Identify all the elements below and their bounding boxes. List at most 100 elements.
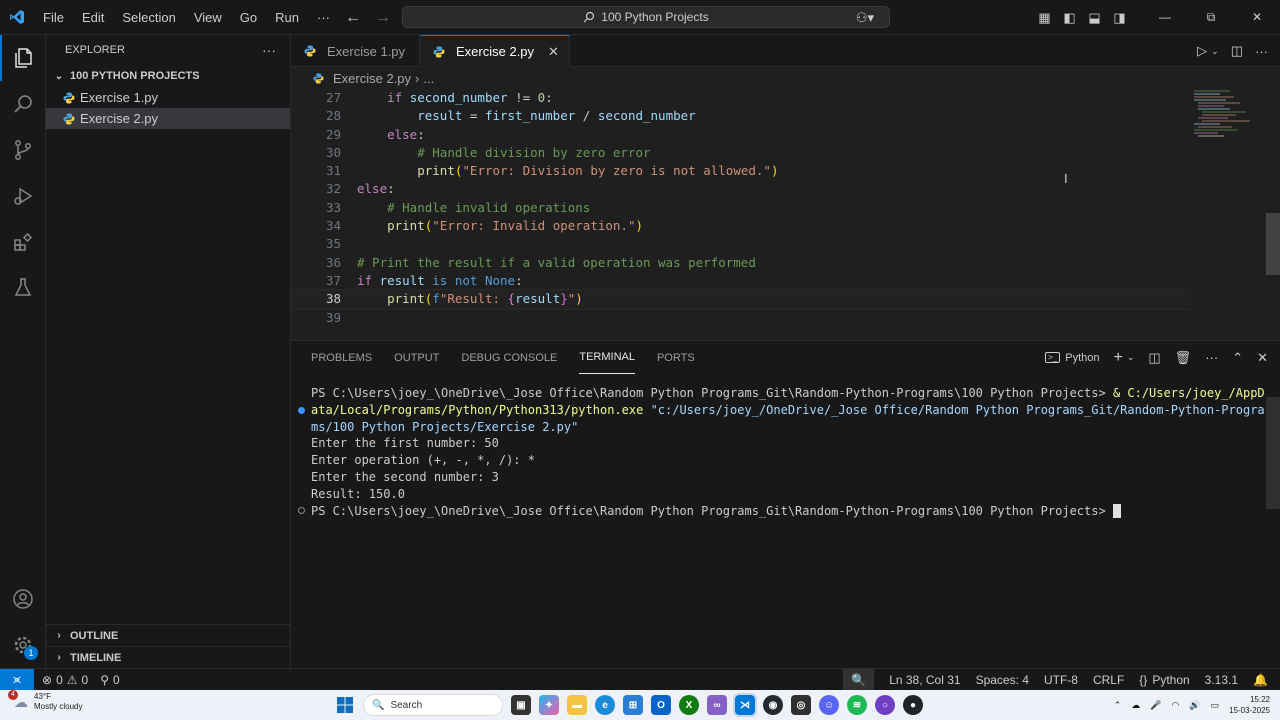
split-terminal-icon[interactable]: ◫	[1148, 350, 1160, 366]
terminal-dropdown-icon[interactable]: ⌄	[1127, 352, 1135, 363]
source-control-icon[interactable]	[0, 127, 46, 173]
folder-header[interactable]: ⌄ 100 PYTHON PROJECTS	[46, 65, 290, 87]
tab-exercise-1[interactable]: Exercise 1.py	[291, 35, 420, 67]
customize-layout-icon[interactable]: ▦	[1032, 10, 1057, 26]
run-dropdown-icon[interactable]: ⌄	[1211, 46, 1219, 57]
zoom-icon[interactable]: 🔍	[843, 669, 875, 691]
show-hidden-icons-icon[interactable]: ⌃	[1114, 700, 1122, 711]
command-center-search[interactable]: 100 Python Projects	[402, 6, 890, 28]
toggle-secondary-sidebar-icon[interactable]: ◨	[1107, 10, 1132, 26]
file-exercise-1[interactable]: Exercise 1.py	[46, 87, 290, 108]
tab-debug-console[interactable]: DEBUG CONSOLE	[461, 341, 557, 374]
language-mode[interactable]: {} Python	[1139, 673, 1189, 687]
toggle-sidebar-icon[interactable]: ◧	[1057, 10, 1082, 26]
menu-selection[interactable]: Selection	[113, 0, 184, 35]
clock[interactable]: 15:22 15-03-2025	[1229, 694, 1270, 716]
forward-arrow-icon[interactable]: →	[375, 9, 391, 27]
search-icon[interactable]	[0, 81, 46, 127]
indentation[interactable]: Spaces: 4	[976, 673, 1029, 687]
wifi-icon[interactable]: ◠	[1171, 700, 1179, 711]
copilot-icon[interactable]: ⚇▾	[848, 10, 882, 26]
code-editor[interactable]: 27 if second_number != 0: 28 result = fi…	[291, 89, 1191, 339]
accounts-icon[interactable]	[0, 576, 46, 622]
maximize-button[interactable]: ⧉	[1188, 10, 1234, 25]
minimap[interactable]	[1190, 89, 1266, 149]
visual-studio-icon[interactable]: ∞	[707, 695, 727, 715]
terminal-scrollbar[interactable]	[1266, 397, 1280, 509]
file-explorer-icon[interactable]: ▬	[567, 695, 587, 715]
onedrive-icon[interactable]: ☁	[1131, 700, 1140, 711]
menu-run[interactable]: Run	[266, 0, 308, 35]
toggle-panel-icon[interactable]: ⬓	[1082, 10, 1107, 26]
github-icon[interactable]: ●	[903, 695, 923, 715]
explorer-icon[interactable]	[0, 35, 46, 81]
discord-icon[interactable]: ☺	[819, 695, 839, 715]
xbox-icon[interactable]: X	[679, 695, 699, 715]
github-desktop-icon[interactable]: ◉	[763, 695, 783, 715]
cursor-position[interactable]: Ln 38, Col 31	[889, 673, 960, 687]
outlook-icon[interactable]: O	[651, 695, 671, 715]
task-view-icon[interactable]: ▣	[511, 695, 531, 715]
obs-studio-icon[interactable]: ◎	[791, 695, 811, 715]
weather-widget[interactable]: ☁ 4 43°F Mostly cloudy	[8, 689, 82, 712]
notifications-bell-icon[interactable]: 🔔	[1253, 673, 1268, 687]
file-exercise-2[interactable]: Exercise 2.py	[46, 108, 290, 129]
trash-icon[interactable]: 🗑	[1175, 350, 1192, 366]
split-editor-icon[interactable]: ◫	[1231, 43, 1243, 59]
menu-go[interactable]: Go	[231, 0, 266, 35]
tab-problems[interactable]: PROBLEMS	[311, 341, 372, 374]
microsoft-store-icon[interactable]: ⊞	[623, 695, 643, 715]
run-python-file-icon[interactable]: ▷	[1197, 43, 1207, 59]
vscode-taskbar-icon[interactable]: ⋊	[733, 693, 757, 717]
close-panel-icon[interactable]: ✕	[1257, 350, 1268, 366]
outline-section[interactable]: › OUTLINE	[46, 624, 291, 646]
edge-browser-icon[interactable]: e	[595, 695, 615, 715]
close-window-button[interactable]: ✕	[1234, 10, 1280, 25]
menu-more[interactable]: ···	[308, 0, 339, 35]
breadcrumb-file[interactable]: Exercise 2.py	[333, 71, 411, 86]
line-ending[interactable]: CRLF	[1093, 673, 1124, 687]
new-terminal-icon[interactable]: +	[1113, 349, 1122, 367]
testing-icon[interactable]	[0, 265, 46, 311]
tab-ports[interactable]: PORTS	[657, 341, 695, 374]
more-actions-icon[interactable]: ···	[1205, 350, 1218, 365]
copilot-app-icon[interactable]: ✦	[539, 695, 559, 715]
command-success-dot[interactable]	[298, 407, 305, 414]
windows-start-icon[interactable]	[335, 695, 355, 715]
tab-terminal[interactable]: TERMINAL	[579, 341, 635, 374]
browser-app-icon[interactable]: ○	[875, 695, 895, 715]
terminal-output[interactable]: PS C:\Users\joey_\OneDrive\_Jose Office\…	[311, 385, 1266, 519]
timeline-section[interactable]: › TIMELINE	[46, 646, 291, 668]
command-pending-dot[interactable]	[298, 507, 305, 514]
microphone-icon[interactable]: 🎤	[1150, 700, 1161, 711]
menu-file[interactable]: File	[34, 0, 73, 35]
ports-status[interactable]: ⚲ 0	[100, 673, 119, 687]
menu-view[interactable]: View	[185, 0, 231, 35]
spotify-icon[interactable]: ≋	[847, 695, 867, 715]
tab-label: Exercise 1.py	[327, 43, 406, 59]
volume-icon[interactable]: 🔊	[1189, 700, 1200, 711]
remote-indicator-icon[interactable]: ⪤	[0, 668, 34, 691]
more-actions-icon[interactable]: ···	[1255, 44, 1268, 59]
manage-gear-icon[interactable]: 1	[0, 622, 46, 668]
minimize-button[interactable]: —	[1142, 10, 1188, 25]
taskbar-search[interactable]: 🔍 Search	[363, 694, 503, 716]
run-debug-icon[interactable]	[0, 173, 46, 219]
terminal-line: Enter the first number: 50	[311, 436, 499, 451]
breadcrumb-symbols[interactable]: ...	[423, 71, 434, 86]
tab-exercise-2[interactable]: Exercise 2.py ✕	[420, 35, 570, 67]
close-tab-icon[interactable]: ✕	[548, 44, 559, 60]
python-version[interactable]: 3.13.1	[1205, 673, 1238, 687]
explorer-more-button[interactable]: ···	[262, 42, 276, 58]
menu-edit[interactable]: Edit	[73, 0, 113, 35]
battery-icon[interactable]: ▭	[1211, 700, 1220, 711]
terminal-shell-icon[interactable]: >_ Python	[1045, 352, 1099, 364]
maximize-panel-icon[interactable]: ⌃	[1232, 350, 1243, 366]
problems-status[interactable]: ⊗ 0 ⚠ 0	[42, 673, 88, 687]
extensions-icon[interactable]	[0, 219, 46, 265]
back-arrow-icon[interactable]: ←	[345, 9, 361, 27]
editor-scrollbar[interactable]	[1266, 213, 1280, 275]
tab-output[interactable]: OUTPUT	[394, 341, 439, 374]
encoding[interactable]: UTF-8	[1044, 673, 1078, 687]
settings-update-badge: 1	[24, 646, 38, 660]
